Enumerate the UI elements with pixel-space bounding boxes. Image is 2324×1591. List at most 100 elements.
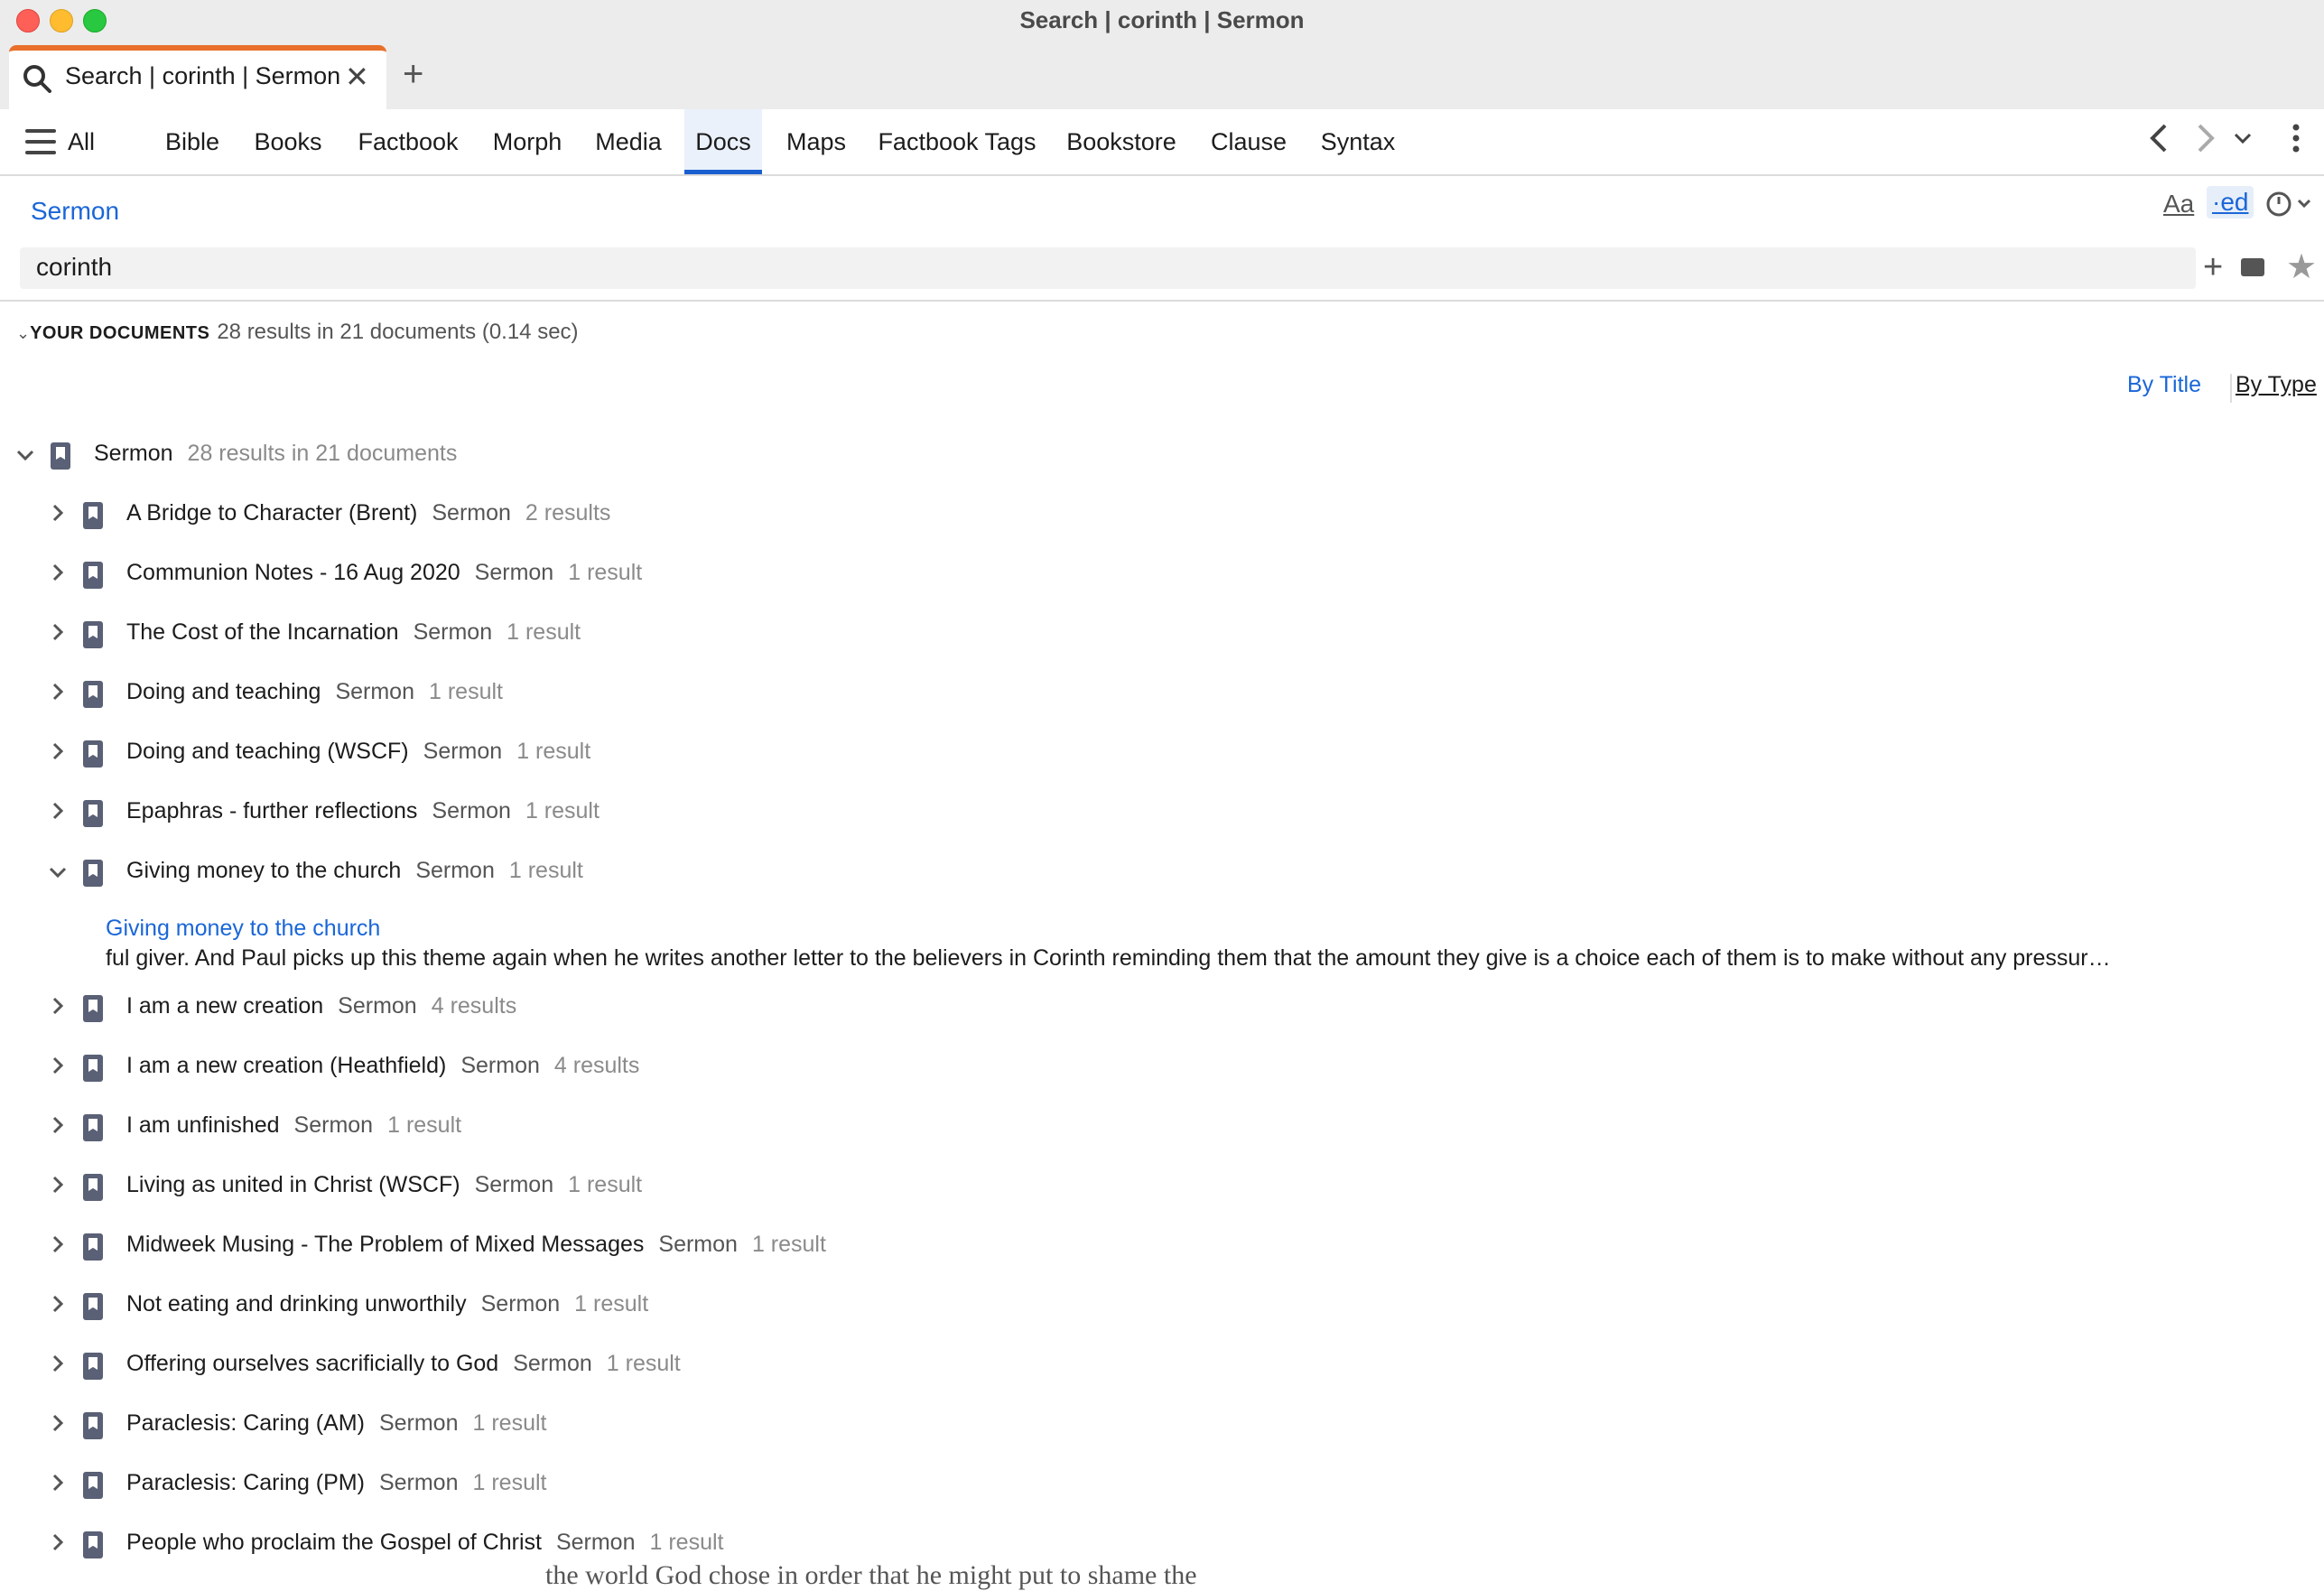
more-options-icon[interactable] <box>2290 122 2302 166</box>
tab-docs[interactable]: Docs <box>684 109 762 174</box>
result-count: 1 result <box>568 1172 643 1197</box>
chevron-right-icon[interactable] <box>49 1291 67 1329</box>
chevron-right-icon[interactable] <box>49 619 67 657</box>
chevron-right-icon[interactable] <box>49 679 67 717</box>
chevron-right-icon[interactable] <box>49 1470 67 1508</box>
results-section-header[interactable]: ⌄YOUR DOCUMENTS 28 results in 21 document… <box>16 320 579 345</box>
document-title[interactable]: Doing and teaching (WSCF) <box>126 739 409 764</box>
chevron-right-icon[interactable] <box>49 739 67 777</box>
result-count: 1 result <box>472 1410 547 1436</box>
tab-media[interactable]: Media <box>594 109 663 174</box>
new-tab-button[interactable]: + <box>403 49 423 99</box>
search-input[interactable]: corinth <box>20 247 2196 289</box>
document-icon <box>83 1531 103 1558</box>
chevron-right-icon[interactable] <box>49 1053 67 1091</box>
document-type: Sermon <box>432 798 511 823</box>
document-title[interactable]: Paraclesis: Caring (AM) <box>126 1410 365 1436</box>
window-titlebar: Search | corinth | Sermon <box>0 0 2324 40</box>
document-type: Sermon <box>474 1172 554 1197</box>
search-icon <box>22 63 52 98</box>
tab-syntax[interactable]: Syntax <box>1316 109 1399 174</box>
document-title[interactable]: Offering ourselves sacrificially to God <box>126 1351 498 1376</box>
search-filter-link[interactable]: Sermon <box>31 197 119 226</box>
document-icon <box>83 800 103 827</box>
document-title[interactable]: Not eating and drinking unworthily <box>126 1291 467 1317</box>
sort-by-title-button[interactable]: By Title <box>2127 372 2201 398</box>
chevron-down-icon[interactable] <box>49 858 67 896</box>
star-icon[interactable]: ★ <box>2286 247 2317 287</box>
document-type: Sermon <box>335 679 414 704</box>
add-term-icon[interactable]: + <box>2203 247 2223 287</box>
history-dropdown-icon[interactable] <box>2232 122 2254 163</box>
document-type: Sermon <box>378 1410 459 1436</box>
chevron-right-icon[interactable] <box>49 1172 67 1210</box>
result-count: 4 results <box>553 1053 640 1078</box>
back-icon[interactable] <box>2145 122 2172 163</box>
sort-by-type-button[interactable]: By Type <box>2236 372 2317 398</box>
tab-all[interactable]: All <box>54 109 108 174</box>
document-icon <box>83 1055 103 1082</box>
tab-factbook[interactable]: Factbook <box>352 109 464 174</box>
document-title[interactable]: Doing and teaching <box>126 679 321 704</box>
document-title[interactable]: Giving money to the church <box>126 858 401 883</box>
document-icon <box>83 502 103 529</box>
chevron-right-icon[interactable] <box>49 500 67 538</box>
document-icon <box>83 562 103 589</box>
document-title[interactable]: I am a new creation (Heathfield) <box>126 1053 446 1078</box>
chevron-right-icon[interactable] <box>49 1410 67 1448</box>
document-title[interactable]: Paraclesis: Caring (PM) <box>126 1470 365 1495</box>
document-title[interactable]: Communion Notes - 16 Aug 2020 <box>126 560 460 585</box>
tab-bookstore[interactable]: Bookstore <box>1064 109 1179 174</box>
document-title[interactable]: I am unfinished <box>126 1112 280 1138</box>
document-title[interactable]: The Cost of the Incarnation <box>126 619 399 645</box>
document-icon <box>83 740 103 768</box>
chevron-right-icon[interactable] <box>49 798 67 836</box>
result-count: 1 result <box>525 798 600 823</box>
tab-clause[interactable]: Clause <box>1208 109 1289 174</box>
document-title[interactable]: Epaphras - further reflections <box>126 798 417 823</box>
close-icon[interactable]: ✕ <box>345 60 369 94</box>
result-count: 1 result <box>606 1351 681 1376</box>
chevron-down-icon[interactable]: ⌄ <box>16 324 30 342</box>
tab-books[interactable]: Books <box>249 109 327 174</box>
document-type: Sermon <box>474 560 554 585</box>
edit-options-button[interactable]: ·ed <box>2207 186 2254 219</box>
result-count: 1 result <box>568 560 643 585</box>
chevron-right-icon[interactable] <box>49 1530 67 1568</box>
font-options-button[interactable]: Aa <box>2163 190 2194 219</box>
document-icon <box>83 1233 103 1261</box>
search-kind-nav: All Bible Books Factbook Morph Media Docs Maps F… <box>0 109 2324 176</box>
chevron-right-icon[interactable] <box>49 560 67 598</box>
document-title[interactable]: A Bridge to Character (Brent) <box>126 500 417 526</box>
menu-icon[interactable] <box>25 129 56 162</box>
document-title[interactable]: People who proclaim the Gospel of Christ <box>126 1530 542 1555</box>
tab-morph[interactable]: Morph <box>488 109 567 174</box>
document-title[interactable]: Midweek Musing - The Problem of Mixed Me… <box>126 1232 644 1257</box>
chevron-right-icon[interactable] <box>49 1112 67 1150</box>
document-type: Sermon <box>338 993 417 1019</box>
tab-search[interactable]: Search | corinth | Sermon ✕ <box>9 45 386 109</box>
document-type: Sermon <box>460 1053 540 1078</box>
chevron-down-icon[interactable] <box>16 441 34 479</box>
document-icon <box>83 1412 103 1439</box>
sort-divider <box>2230 374 2232 403</box>
document-title[interactable]: I am a new creation <box>126 993 323 1019</box>
document-icon <box>51 442 70 470</box>
document-type: Sermon <box>413 619 493 645</box>
chevron-right-icon[interactable] <box>49 1232 67 1270</box>
tab-bible[interactable]: Bible <box>159 109 226 174</box>
keyboard-icon[interactable] <box>2241 258 2264 276</box>
history-clock-icon[interactable] <box>2264 190 2315 228</box>
chevron-right-icon[interactable] <box>49 1351 67 1389</box>
snippet-link[interactable]: Giving money to the church <box>106 916 380 942</box>
document-icon <box>83 1293 103 1320</box>
chevron-right-icon[interactable] <box>49 993 67 1031</box>
tab-maps[interactable]: Maps <box>784 109 849 174</box>
search-query: corinth <box>36 253 113 281</box>
forward-icon[interactable] <box>2192 122 2219 163</box>
result-count: 1 result <box>472 1470 547 1495</box>
tab-factbook-tags[interactable]: Factbook Tags <box>876 109 1038 174</box>
result-count: 1 result <box>516 739 591 764</box>
background-document-text: the world God chose in order that he mig… <box>545 1560 1197 1590</box>
document-title[interactable]: Living as united in Christ (WSCF) <box>126 1172 460 1197</box>
